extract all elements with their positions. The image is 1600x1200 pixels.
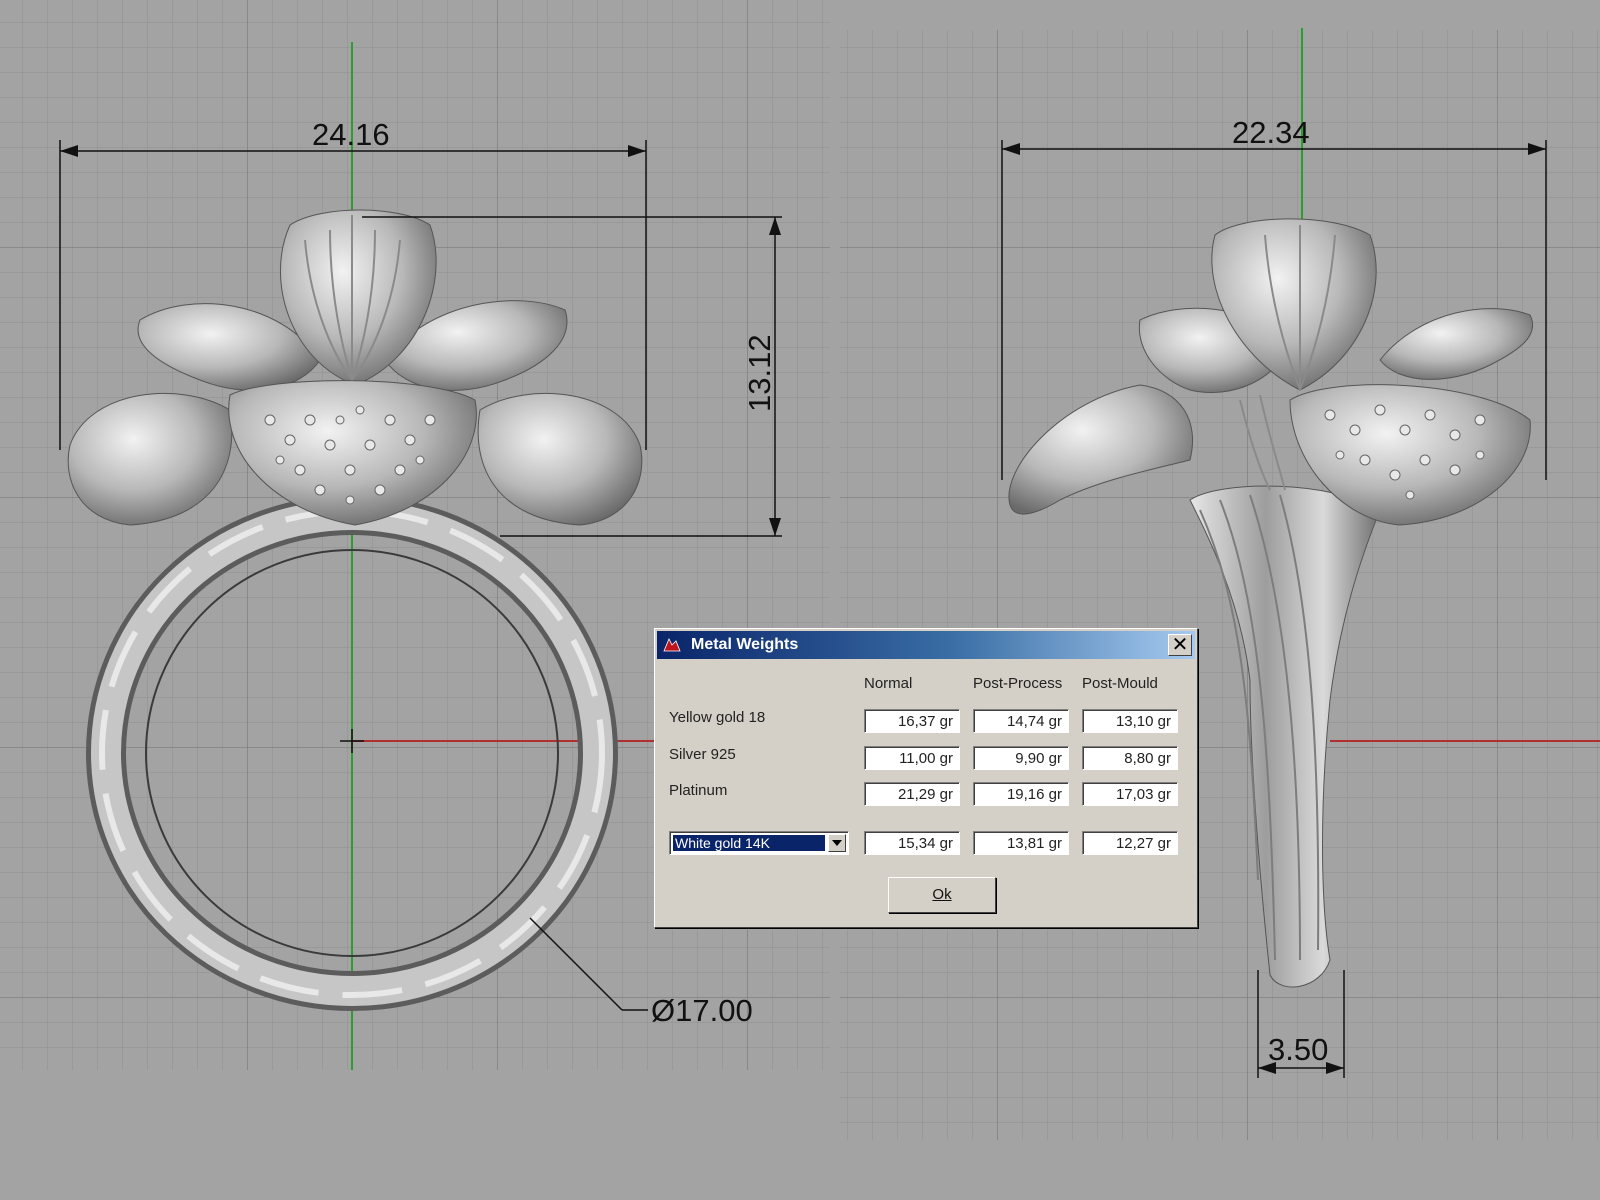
row-label-yellow-gold: Yellow gold 18 [669, 709, 766, 726]
metal-weights-dialog[interactable]: Metal Weights ✕ Normal Post-Process Post… [654, 628, 1198, 928]
dim-front-width: 24.16 [312, 117, 390, 152]
close-icon: ✕ [1171, 632, 1189, 656]
metal-select-dropdown[interactable]: White gold 14K [669, 831, 849, 855]
row-label-platinum: Platinum [669, 782, 728, 799]
silver-post-mould-field[interactable]: 8,80 gr [1082, 746, 1178, 770]
dim-front-height: 13.12 [742, 334, 777, 412]
custom-post-mould-field[interactable]: 12,27 gr [1082, 831, 1178, 855]
yellow-gold-normal-field[interactable]: 16,37 gr [864, 709, 960, 733]
dialog-title-bar[interactable]: Metal Weights ✕ [657, 631, 1195, 659]
platinum-post-mould-field[interactable]: 17,03 gr [1082, 782, 1178, 806]
dim-ring-diameter: Ø17.00 [651, 993, 753, 1028]
platinum-normal-field[interactable]: 21,29 gr [864, 782, 960, 806]
yellow-gold-post-process-field[interactable]: 14,74 gr [973, 709, 1069, 733]
rhino-app-icon [663, 638, 681, 652]
column-header-post-mould: Post-Mould [1082, 675, 1158, 692]
dialog-title: Metal Weights [691, 636, 799, 653]
row-label-silver: Silver 925 [669, 746, 736, 763]
column-header-normal: Normal [864, 675, 913, 692]
silver-normal-field[interactable]: 11,00 gr [864, 746, 960, 770]
platinum-post-process-field[interactable]: 19,16 gr [973, 782, 1069, 806]
yellow-gold-post-mould-field[interactable]: 13,10 gr [1082, 709, 1178, 733]
dropdown-button[interactable] [828, 834, 846, 852]
chevron-down-icon [832, 840, 842, 846]
dim-shank-width: 3.50 [1268, 1032, 1328, 1067]
dim-side-width: 22.34 [1232, 115, 1310, 150]
silver-post-process-field[interactable]: 9,90 gr [973, 746, 1069, 770]
ok-button[interactable]: Ok [888, 877, 996, 913]
column-header-post-process: Post-Process [973, 675, 1063, 692]
cad-viewport[interactable]: 24.16 13.12 Ø17.00 22.34 3.50 [0, 0, 1600, 1200]
selected-metal: White gold 14K [673, 835, 825, 851]
custom-normal-field[interactable]: 15,34 gr [864, 831, 960, 855]
custom-post-process-field[interactable]: 13,81 gr [973, 831, 1069, 855]
close-button[interactable]: ✕ [1168, 634, 1192, 656]
